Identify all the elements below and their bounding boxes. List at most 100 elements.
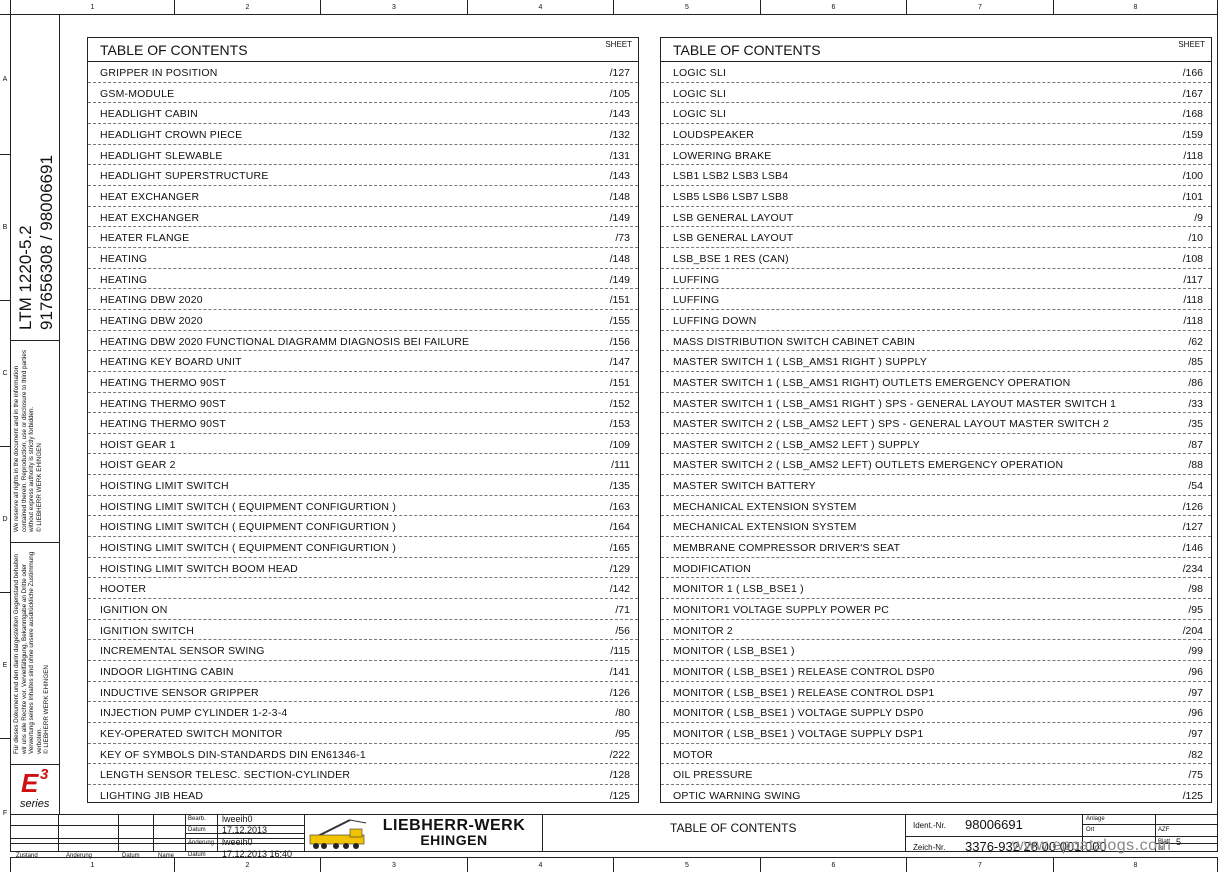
ruler-col: 7 (906, 0, 1053, 14)
toc-entry-title: MASTER SWITCH 1 ( LSB_AMS1 RIGHT ) SUPPL… (673, 356, 928, 369)
toc-entry-sheet: /135 (609, 480, 630, 493)
toc-row: MODIFICATION/234 (661, 558, 1211, 579)
toc-row: MASTER SWITCH 1 ( LSB_AMS1 RIGHT) OUTLET… (661, 372, 1211, 393)
toc-entry-sheet: /118 (1183, 294, 1203, 307)
toc-entry-sheet: /149 (609, 273, 630, 286)
toc-row: MONITOR ( LSB_BSE1 ) RELEASE CONTROL DSP… (661, 661, 1211, 682)
toc-entry-title: INDUCTIVE SENSOR GRIPPER (100, 686, 259, 699)
toc-entry-sheet: /108 (1182, 252, 1203, 265)
ruler-col: 6 (760, 0, 906, 14)
ruler-col: 4 (467, 0, 613, 14)
datum2-label: Datum (188, 852, 206, 858)
toc-entry-title: HEAT EXCHANGER (100, 211, 200, 224)
toc-entry-sheet: /105 (609, 87, 630, 100)
ruler-col: 3 (320, 0, 467, 14)
toc-entry-sheet: /100 (1182, 170, 1203, 183)
toc-entry-title: HEATER FLANGE (100, 232, 190, 245)
toc-row: KEY OF SYMBOLS DIN-STANDARDS DIN EN61346… (88, 744, 638, 765)
toc-row: MASTER SWITCH 1 ( LSB_AMS1 RIGHT ) SUPPL… (661, 351, 1211, 372)
dat-label: Datum (122, 853, 140, 859)
toc-entry-sheet: /85 (1188, 356, 1203, 369)
toc-row: MASS DISTRIBUTION SWITCH CABINET CABIN/6… (661, 331, 1211, 352)
toc-entry-sheet: /33 (1188, 397, 1203, 410)
toc-row: HOISTING LIMIT SWITCH BOOM HEAD/129 (88, 558, 638, 579)
ruler-row: E (0, 592, 10, 738)
toc-entry-sheet: /97 (1188, 728, 1203, 740)
zustand-label: Zustand (16, 853, 38, 859)
toc-entry-sheet: /96 (1188, 666, 1203, 679)
drawing-title: TABLE OF CONTENTS (670, 821, 797, 835)
toc-entry-sheet: /9 (1194, 211, 1203, 224)
toc-row: HEATING KEY BOARD UNIT/147 (88, 351, 638, 372)
toc-row: MASTER SWITCH 2 ( LSB_AMS2 LEFT) OUTLETS… (661, 454, 1211, 476)
toc-entry-title: HOISTING LIMIT SWITCH ( EQUIPMENT CONFIG… (100, 542, 397, 555)
aend-label: Änderung (66, 853, 93, 859)
toc-entry-title: HEATING KEY BOARD UNIT (100, 356, 242, 369)
toc-entry-sheet: /152 (609, 397, 630, 410)
ident-value: 98006691 (965, 817, 1023, 832)
ruler-row: B (0, 154, 10, 300)
aenderung-label: Änderung (188, 840, 215, 846)
toc-entry-title: INCREMENTAL SENSOR SWING (100, 645, 265, 658)
toc-entry-title: LOGIC SLI (673, 67, 727, 79)
ruler-col: 8 (1053, 858, 1218, 872)
toc-row: INCREMENTAL SENSOR SWING/115 (88, 640, 638, 662)
toc-entry-sheet: /82 (1188, 748, 1203, 761)
toc-entry-sheet: /131 (609, 149, 630, 162)
toc-entry-sheet: /56 (615, 624, 630, 637)
toc-title: TABLE OF CONTENTS (100, 42, 248, 58)
toc-entry-title: IGNITION ON (100, 604, 168, 617)
toc-row: LUFFING DOWN/118 (661, 310, 1211, 331)
toc-row: HEATING DBW 2020/155 (88, 310, 638, 331)
toc-entry-title: HEATING DBW 2020 (100, 294, 203, 307)
toc-entry-sheet: /97 (1188, 686, 1203, 699)
toc-row: MONITOR 1 ( LSB_BSE1 ) /98 (661, 578, 1211, 600)
toc-entry-title: LSB1 LSB2 LSB3 LSB4 (673, 170, 789, 183)
side-ruler: A B C D E F (0, 14, 10, 852)
toc-row: MONITOR ( LSB_BSE1 ) VOLTAGE SUPPLY DSP1… (661, 723, 1211, 744)
toc-entry-title: MASTER SWITCH 1 ( LSB_AMS1 RIGHT ) SPS -… (673, 397, 1117, 410)
toc-header: TABLE OF CONTENTS SHEET (88, 38, 638, 62)
toc-row: HEATING/148 (88, 248, 638, 269)
toc-row: HOIST GEAR 1/109 (88, 434, 638, 455)
toc-entry-title: KEY OF SYMBOLS DIN-STANDARDS DIN EN61346… (100, 748, 366, 761)
toc-entry-sheet: /222 (609, 748, 630, 761)
toc-row: MECHANICAL EXTENSION SYSTEM/126 (661, 496, 1211, 517)
toc-entry-title: LOUDSPEAKER (673, 128, 754, 141)
toc-row: MONITOR ( LSB_BSE1 ) VOLTAGE SUPPLY DSP0… (661, 702, 1211, 723)
toc-entry-sheet: /129 (609, 562, 630, 575)
toc-row: HOOTER/142 (88, 578, 638, 600)
name-label: Name (158, 853, 175, 859)
toc-row: LUFFING/117 (661, 269, 1211, 290)
toc-entry-title: LUFFING (673, 273, 720, 286)
toc-entry-sheet: /155 (609, 314, 630, 327)
ruler-col: 3 (320, 858, 467, 872)
toc-entry-sheet: /166 (1182, 67, 1203, 79)
toc-row: LENGTH SENSOR TELESC. SECTION-CYLINDER/1… (88, 764, 638, 785)
aenderung-value: lweeih0 (222, 837, 253, 847)
toc-entry-title: MODIFICATION (673, 562, 752, 575)
bottom-ruler: 1 2 3 4 5 6 7 8 (10, 857, 1218, 872)
document-numbers: 917656308 / 98006691 (37, 155, 56, 330)
toc-entry-title: HOISTING LIMIT SWITCH ( EQUIPMENT CONFIG… (100, 500, 397, 513)
toc-entry-sheet: /163 (609, 500, 630, 513)
toc-entry-sheet: /118 (1183, 149, 1203, 162)
toc-row: MASTER SWITCH 2 ( LSB_AMS2 LEFT ) SPS - … (661, 413, 1211, 434)
toc-entry-sheet: /153 (609, 418, 630, 431)
toc-entry-title: HEATING THERMO 90ST (100, 418, 226, 431)
toc-entry-sheet: /101 (1182, 190, 1203, 203)
toc-entry-title: MONITOR ( LSB_BSE1 ) (673, 645, 795, 658)
toc-entry-sheet: /127 (609, 67, 630, 79)
toc-entry-sheet: /164 (609, 521, 630, 534)
toc-row: HEADLIGHT CABIN/143 (88, 103, 638, 124)
toc-entry-sheet: /88 (1188, 459, 1203, 472)
toc-entry-sheet: /118 (1183, 314, 1203, 327)
toc-entry-sheet: /143 (609, 108, 630, 121)
toc-row: IGNITION SWITCH/56 (88, 620, 638, 641)
model-number: LTM 1220-5.2 (16, 225, 35, 330)
company-name: LIEBHERR-WERK EHINGEN (382, 817, 526, 848)
toc-entry-sheet: /71 (615, 604, 630, 617)
toc-entry-title: LSB5 LSB6 LSB7 LSB8 (673, 190, 789, 203)
toc-row: HEATING THERMO 90ST/153 (88, 413, 638, 434)
ruler-col: 2 (174, 0, 320, 14)
